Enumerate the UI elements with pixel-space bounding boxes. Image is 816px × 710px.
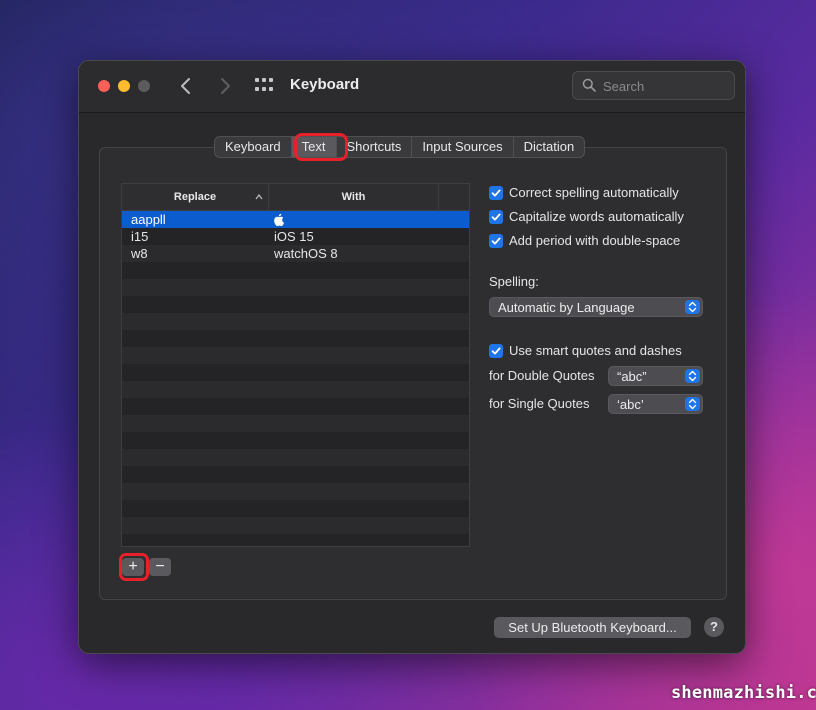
replace-cell: i15: [131, 229, 149, 244]
checkbox-checked[interactable]: [489, 234, 503, 248]
close-window-button[interactable]: [98, 80, 110, 92]
search-field[interactable]: [572, 71, 735, 100]
column-header-with[interactable]: With: [269, 184, 439, 211]
watermark-text: shenmazhishi.com: [671, 683, 816, 703]
single-quotes-label: for Single Quotes: [489, 396, 590, 411]
empty-row: [122, 347, 469, 364]
tab-dictation[interactable]: Dictation: [514, 137, 585, 157]
checkbox-checked[interactable]: [489, 344, 503, 358]
double-quotes-value: “abc”: [617, 369, 647, 384]
tab-bar: Keyboard Text Shortcuts Input Sources Di…: [214, 136, 586, 158]
checkmark-icon: [491, 237, 501, 245]
tab-text[interactable]: Text: [291, 137, 337, 157]
window-title: Keyboard: [290, 76, 360, 93]
table-header: Replace With: [122, 184, 469, 211]
grid-dot-icon: [255, 87, 259, 91]
capitalize-words-label: Capitalize words automatically: [509, 209, 684, 224]
with-cell: watchOS 8: [274, 246, 338, 261]
back-button[interactable]: [174, 74, 198, 98]
table-rows: aappll i15 iOS 15 w8 watchOS 8: [122, 211, 469, 546]
empty-row: [122, 517, 469, 534]
empty-row: [122, 330, 469, 347]
spelling-popup-value: Automatic by Language: [498, 300, 635, 315]
empty-row: [122, 466, 469, 483]
chevron-up-down-icon: [688, 398, 697, 410]
checkbox-checked[interactable]: [489, 210, 503, 224]
add-replacement-button[interactable]: +: [122, 558, 144, 576]
empty-row: [122, 415, 469, 432]
popup-stepper: [685, 369, 700, 383]
checkbox-checked[interactable]: [489, 186, 503, 200]
empty-row: [122, 449, 469, 466]
single-quotes-value: ‘abc’: [617, 397, 644, 412]
tab-input-sources[interactable]: Input Sources: [412, 137, 514, 157]
empty-row: [122, 432, 469, 449]
empty-row: [122, 364, 469, 381]
correct-spelling-label: Correct spelling automatically: [509, 185, 679, 200]
chevron-up-down-icon: [688, 370, 697, 382]
popup-stepper: [685, 397, 700, 411]
grid-dot-icon: [262, 78, 266, 82]
chevron-right-icon: [221, 78, 230, 94]
empty-row: [122, 279, 469, 296]
column-header-replace[interactable]: Replace: [122, 184, 269, 211]
checkmark-icon: [491, 347, 501, 355]
table-row[interactable]: w8 watchOS 8: [122, 245, 469, 262]
double-quotes-popup[interactable]: “abc”: [608, 366, 703, 386]
help-button[interactable]: ?: [704, 617, 724, 637]
empty-row: [122, 381, 469, 398]
apple-logo-icon: [274, 213, 284, 227]
empty-row: [122, 534, 469, 546]
checkmark-icon: [491, 213, 501, 221]
column-header-with-label: With: [341, 191, 366, 203]
empty-row: [122, 262, 469, 279]
grid-dot-icon: [269, 78, 273, 82]
sort-ascending-icon: [255, 194, 263, 200]
spelling-label: Spelling:: [489, 274, 539, 289]
preferences-window: Keyboard Keyboard Text Shortcuts Input S…: [78, 60, 746, 654]
replace-cell: aappll: [131, 212, 166, 227]
search-icon: [582, 78, 596, 92]
single-quotes-popup[interactable]: ‘abc’: [608, 394, 703, 414]
double-quotes-label: for Double Quotes: [489, 368, 595, 383]
grid-dot-icon: [269, 87, 273, 91]
setup-bluetooth-keyboard-button[interactable]: Set Up Bluetooth Keyboard...: [494, 617, 691, 638]
table-row[interactable]: aappll: [122, 211, 469, 228]
tab-keyboard[interactable]: Keyboard: [215, 137, 292, 157]
tab-shortcuts[interactable]: Shortcuts: [337, 137, 413, 157]
minimize-window-button[interactable]: [118, 80, 130, 92]
empty-row: [122, 483, 469, 500]
search-input[interactable]: [603, 76, 728, 96]
empty-row: [122, 313, 469, 330]
replace-cell: w8: [131, 246, 148, 261]
chevron-left-icon: [181, 78, 190, 94]
grid-dot-icon: [255, 78, 259, 82]
grid-dot-icon: [262, 87, 266, 91]
spelling-popup[interactable]: Automatic by Language: [489, 297, 703, 317]
remove-replacement-button[interactable]: −: [149, 558, 171, 576]
empty-row: [122, 296, 469, 313]
popup-stepper: [685, 300, 700, 314]
title-bar: Keyboard: [79, 61, 745, 113]
chevron-up-down-icon: [688, 301, 697, 313]
text-replacement-table: Replace With aappll i15 iOS 15 w8 watchO…: [121, 183, 470, 547]
show-all-grid-button[interactable]: [255, 78, 273, 94]
column-header-replace-label: Replace: [173, 191, 217, 203]
empty-row: [122, 398, 469, 415]
with-cell: iOS 15: [274, 229, 314, 244]
forward-button[interactable]: [213, 74, 237, 98]
table-row[interactable]: i15 iOS 15: [122, 228, 469, 245]
add-period-label: Add period with double-space: [509, 233, 681, 248]
empty-row: [122, 500, 469, 517]
zoom-window-button[interactable]: [138, 80, 150, 92]
smart-quotes-label: Use smart quotes and dashes: [509, 343, 682, 358]
checkmark-icon: [491, 189, 501, 197]
